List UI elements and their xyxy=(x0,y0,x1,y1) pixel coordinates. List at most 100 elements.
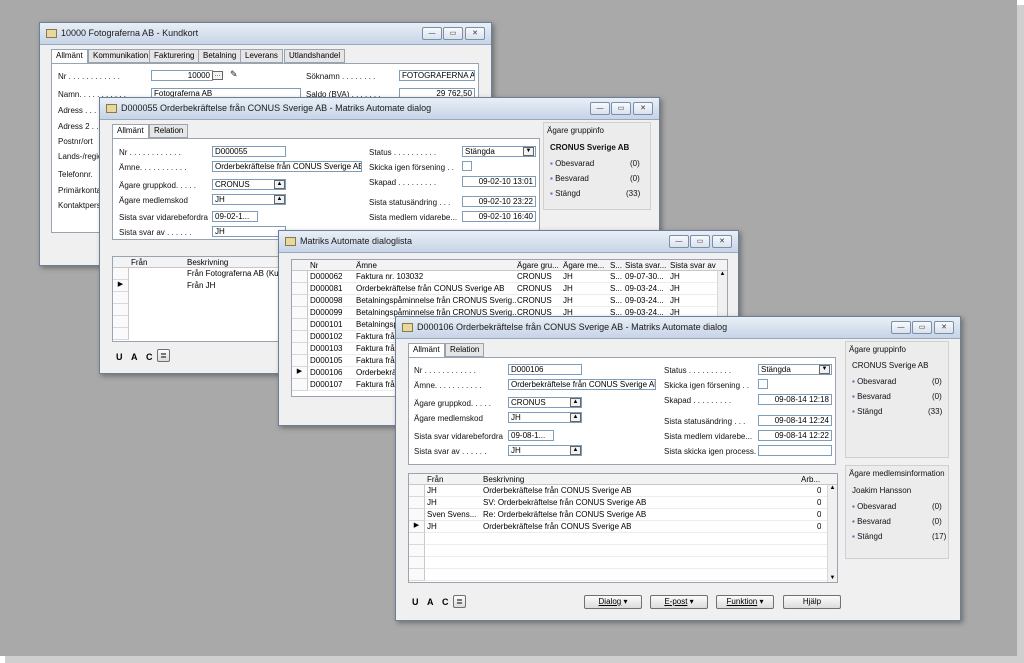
minimize-button[interactable]: — xyxy=(422,27,442,40)
a-button[interactable]: A xyxy=(427,597,434,607)
title-bar[interactable]: 10000 Fotograferna AB - Kundkort — ▭ ✕ xyxy=(40,23,491,45)
last-reply-by-field[interactable]: JH xyxy=(212,226,286,237)
last-resend-process-field[interactable] xyxy=(758,445,832,456)
last-member-forward-field[interactable]: 09-02-10 16:40 xyxy=(462,211,536,222)
tab-utlandshandel[interactable]: Utlandshandel xyxy=(284,49,346,63)
row-selector[interactable] xyxy=(292,343,308,355)
u-button[interactable]: U xyxy=(116,352,123,362)
col-last-reply[interactable]: Sista svar... xyxy=(625,261,669,270)
last-status-change-field[interactable]: 09-08-14 12:24 xyxy=(758,415,832,426)
tab-allmant[interactable]: Allmänt xyxy=(112,124,149,139)
row-selector[interactable] xyxy=(113,316,129,328)
owner-member-lookup-button[interactable]: ▲ xyxy=(274,195,285,204)
col-last-reply-by[interactable]: Sista svar av xyxy=(670,261,718,270)
row-selector[interactable] xyxy=(113,328,129,340)
edit-icon[interactable]: ✎ xyxy=(230,69,238,80)
email-menu-button[interactable]: E-post ▾ xyxy=(650,595,708,609)
col-owner-group[interactable]: Ägare gru... xyxy=(517,261,562,270)
col-work[interactable]: Arb... xyxy=(801,475,820,484)
owner-member-lookup-button[interactable]: ▲ xyxy=(570,413,581,422)
info-pane-button[interactable]: ≣ xyxy=(453,595,466,608)
close-button[interactable]: ✕ xyxy=(633,102,653,115)
tab-betalning[interactable]: Betalning xyxy=(198,49,242,63)
row-selector[interactable]: ▶ xyxy=(113,280,129,292)
tab-fakturering[interactable]: Fakturering xyxy=(149,49,200,63)
title-bar[interactable]: D000106 Orderbekräftelse från CONUS Sver… xyxy=(396,317,960,339)
owner-group-lookup-button[interactable]: ▲ xyxy=(274,180,285,189)
col-description[interactable]: Beskrivning xyxy=(187,258,228,267)
last-reply-by-lookup-button[interactable]: ▲ xyxy=(570,446,581,455)
owner-group-lookup-button[interactable]: ▲ xyxy=(570,398,581,407)
last-status-change-field[interactable]: 09-02-10 23:22 xyxy=(462,196,536,207)
tab-kommunikation[interactable]: Kommunikation xyxy=(88,49,154,63)
created-field[interactable]: 09-02-10 13:01 xyxy=(462,176,536,187)
close-button[interactable]: ✕ xyxy=(712,235,732,248)
row-selector[interactable] xyxy=(292,355,308,367)
lookup-button[interactable]: … xyxy=(212,71,223,80)
row-selector[interactable] xyxy=(113,268,129,280)
minimize-button[interactable]: — xyxy=(669,235,689,248)
title-bar[interactable]: Matriks Automate dialoglista — ▭ ✕ xyxy=(279,231,738,253)
last-forward-field[interactable]: 09-02-1... xyxy=(212,211,258,222)
close-button[interactable]: ✕ xyxy=(934,321,954,334)
dialog-menu-button[interactable]: Dialog ▾ xyxy=(584,595,642,609)
row-selector[interactable] xyxy=(409,557,425,569)
maximize-button[interactable]: ▭ xyxy=(443,27,463,40)
created-field[interactable]: 09-08-14 12:18 xyxy=(758,394,832,405)
tab-relation[interactable]: Relation xyxy=(445,343,485,357)
row-selector[interactable] xyxy=(409,485,425,497)
c-button[interactable]: C xyxy=(442,597,449,607)
function-menu-button[interactable]: Funktion ▾ xyxy=(716,595,774,609)
row-selector[interactable] xyxy=(292,283,308,295)
minimize-button[interactable]: — xyxy=(891,321,911,334)
row-selector[interactable] xyxy=(292,319,308,331)
subject-field[interactable]: Orderbekräftelse från CONUS Sverige AB xyxy=(508,379,656,390)
row-selector[interactable] xyxy=(409,545,425,557)
c-button[interactable]: C xyxy=(146,352,153,362)
tab-allmant[interactable]: Allmänt xyxy=(51,49,88,64)
chevron-down-icon[interactable]: ▼ xyxy=(819,365,830,374)
row-selector[interactable] xyxy=(292,271,308,283)
row-selector[interactable]: ▶ xyxy=(292,367,308,379)
row-selector[interactable]: ▶ xyxy=(409,521,425,533)
maximize-button[interactable]: ▭ xyxy=(690,235,710,248)
row-selector[interactable] xyxy=(113,304,129,316)
search-name-field[interactable]: FOTOGRAFERNA AB xyxy=(399,70,475,81)
last-forward-field[interactable]: 09-08-1... xyxy=(508,430,554,441)
resend-delay-checkbox[interactable] xyxy=(462,161,472,171)
nr-field[interactable]: D000055 xyxy=(212,146,286,157)
last-member-forward-field[interactable]: 09-08-14 12:22 xyxy=(758,430,832,441)
row-selector[interactable] xyxy=(409,569,425,581)
col-from[interactable]: Från xyxy=(131,258,147,267)
col-nr[interactable]: Nr xyxy=(310,261,318,270)
tab-relation[interactable]: Relation xyxy=(149,124,189,138)
minimize-button[interactable]: — xyxy=(590,102,610,115)
u-button[interactable]: U xyxy=(412,597,419,607)
help-button[interactable]: Hjälp xyxy=(783,595,841,609)
row-selector[interactable] xyxy=(292,295,308,307)
maximize-button[interactable]: ▭ xyxy=(912,321,932,334)
maximize-button[interactable]: ▭ xyxy=(611,102,631,115)
subject-field[interactable]: Orderbekräftelse från CONUS Sverige AB xyxy=(212,161,362,172)
info-pane-button[interactable]: ≣ xyxy=(157,349,170,362)
row-selector[interactable] xyxy=(292,307,308,319)
row-selector[interactable] xyxy=(409,497,425,509)
nr-field[interactable]: 10000 xyxy=(151,70,213,81)
row-selector[interactable] xyxy=(409,533,425,545)
a-button[interactable]: A xyxy=(131,352,138,362)
close-button[interactable]: ✕ xyxy=(465,27,485,40)
col-owner-member[interactable]: Ägare me... xyxy=(563,261,609,270)
vertical-scrollbar[interactable]: ▲ ▼ xyxy=(827,485,837,582)
resend-delay-checkbox[interactable] xyxy=(758,379,768,389)
title-bar[interactable]: D000055 Orderbekräftelse från CONUS Sver… xyxy=(100,98,659,120)
tab-allmant[interactable]: Allmänt xyxy=(408,343,445,358)
col-from[interactable]: Från xyxy=(427,475,443,484)
nr-field[interactable]: D000106 xyxy=(508,364,582,375)
row-selector[interactable] xyxy=(113,292,129,304)
row-selector[interactable] xyxy=(292,379,308,391)
tab-leverans[interactable]: Leverans xyxy=(240,49,283,63)
chevron-down-icon[interactable]: ▼ xyxy=(523,147,534,156)
row-selector[interactable] xyxy=(292,331,308,343)
col-description[interactable]: Beskrivning xyxy=(483,475,524,484)
col-subject[interactable]: Ämne xyxy=(356,261,377,270)
